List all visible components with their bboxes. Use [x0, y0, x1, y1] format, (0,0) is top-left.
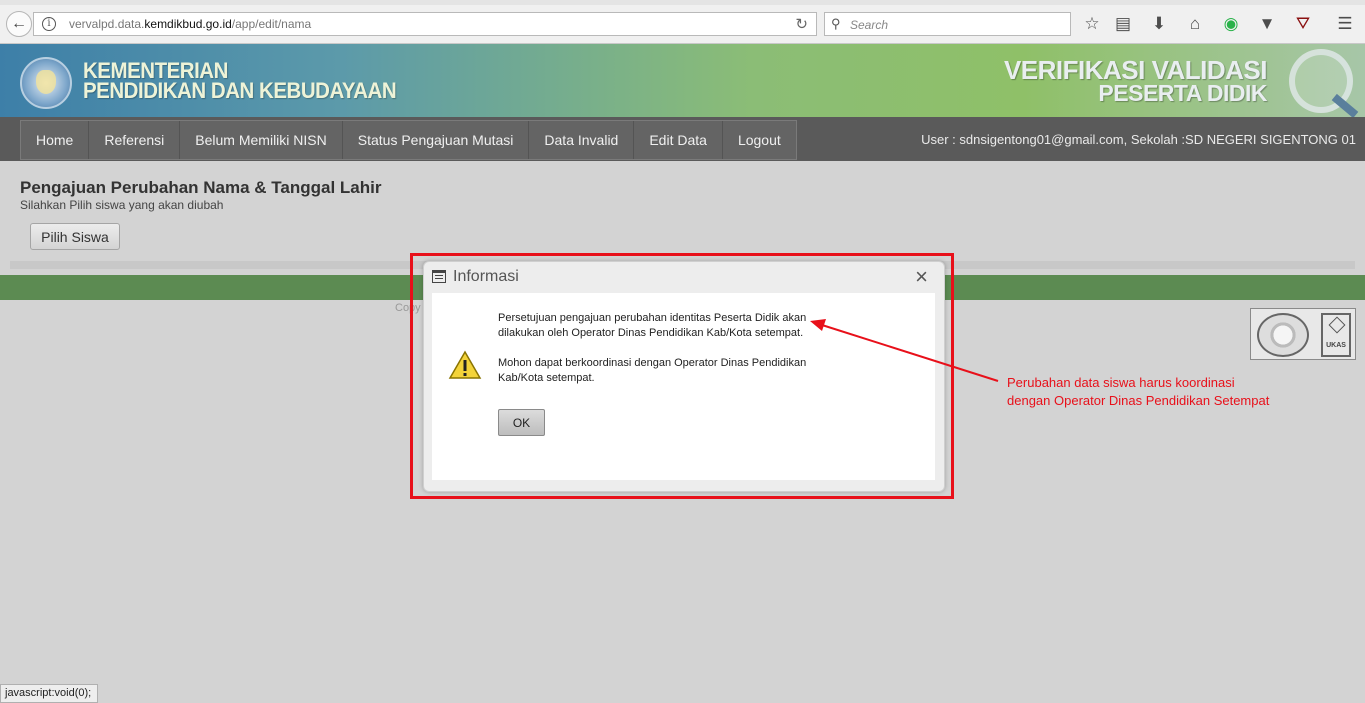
annotation-line1: Perubahan data siswa harus koordinasi [1007, 375, 1235, 390]
annotation-line2: dengan Operator Dinas Pendidikan Setempa… [1007, 393, 1270, 408]
annotation-arrow [810, 319, 999, 382]
annotation-text: Perubahan data siswa harus koordinasi de… [1007, 374, 1269, 410]
browser-statusbar: javascript:void(0); [0, 684, 99, 703]
